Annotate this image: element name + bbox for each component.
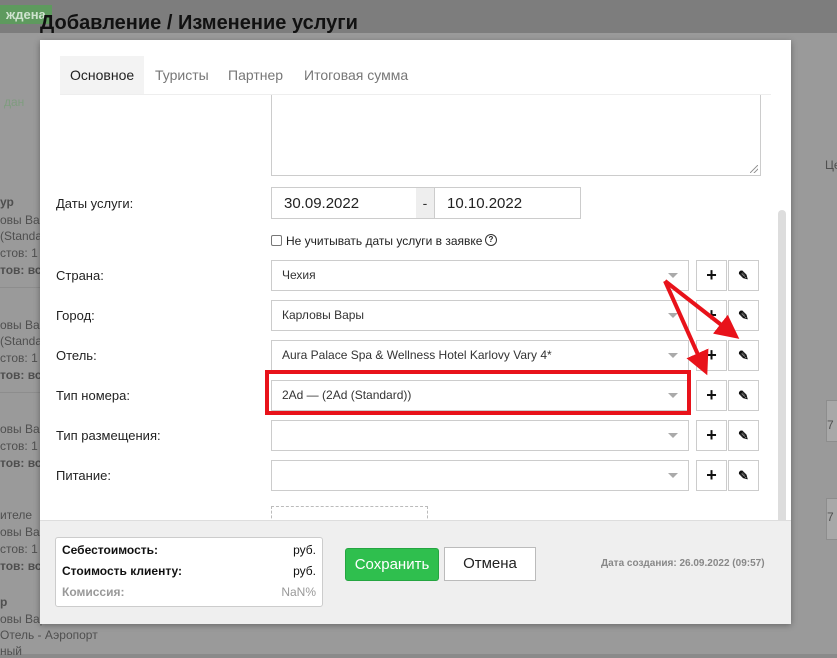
service-edit-dialog: Основное Туристы Партнер Итоговая сумма … xyxy=(40,40,791,624)
add-room-type-button[interactable]: + xyxy=(696,380,727,411)
cost-row: Себестоимость: руб. xyxy=(62,543,316,559)
tab-tourists[interactable]: Туристы xyxy=(145,56,219,94)
background-text: дан xyxy=(4,95,25,109)
hotel-label: Отель: xyxy=(56,348,97,363)
background-text: 7 xyxy=(827,418,834,432)
meal-select[interactable] xyxy=(271,460,689,491)
cancel-button[interactable]: Отмена xyxy=(444,547,536,581)
background-text: (Standa xyxy=(0,334,43,348)
background-text: 7 xyxy=(827,510,834,524)
accommodation-label: Тип размещения: xyxy=(56,428,161,443)
background-text: (Standa xyxy=(0,229,43,243)
city-select[interactable]: Карловы Вары xyxy=(271,300,689,331)
meal-label: Питание: xyxy=(56,468,111,483)
client-cost-label: Стоимость клиенту: xyxy=(62,564,183,578)
dialog-footer: Себестоимость: руб. Стоимость клиенту: р… xyxy=(40,520,791,624)
add-meal-button[interactable]: + xyxy=(696,460,727,491)
scrollbar[interactable] xyxy=(778,210,786,520)
edit-country-button[interactable]: ✎ xyxy=(728,260,759,291)
tab-total[interactable]: Итоговая сумма xyxy=(294,56,418,94)
date-to-input[interactable]: 10.10.2022 xyxy=(434,187,581,219)
background-text: р xyxy=(0,595,8,609)
cost-label: Себестоимость: xyxy=(62,543,159,557)
annotation-highlight-box xyxy=(265,370,691,415)
country-value: Чехия xyxy=(282,268,316,282)
edit-accommodation-button[interactable]: ✎ xyxy=(728,420,759,451)
background-text: ителе xyxy=(0,508,33,522)
tab-partner[interactable]: Партнер xyxy=(218,56,293,94)
background-text: ный xyxy=(0,644,22,658)
cost-value: руб. xyxy=(293,543,316,557)
edit-room-type-button[interactable]: ✎ xyxy=(728,380,759,411)
date-separator: - xyxy=(416,187,434,219)
commission-row: Комиссия: NaN% xyxy=(62,585,316,601)
notes-textarea[interactable] xyxy=(271,95,761,176)
country-select[interactable]: Чехия xyxy=(271,260,689,291)
ignore-dates-checkbox[interactable] xyxy=(271,235,282,246)
add-country-button[interactable]: + xyxy=(696,260,727,291)
help-icon[interactable]: ? xyxy=(485,234,497,246)
client-cost-value: руб. xyxy=(293,564,316,578)
chevron-down-icon xyxy=(668,353,678,358)
background-text: ур xyxy=(0,195,14,209)
background-text: стов: 1 / xyxy=(0,542,45,556)
commission-label: Комиссия: xyxy=(62,585,125,599)
city-label: Город: xyxy=(56,308,95,323)
background-text: Отель - Аэропорт xyxy=(0,628,98,642)
chevron-down-icon xyxy=(668,313,678,318)
chevron-down-icon xyxy=(668,433,678,438)
dates-label: Даты услуги: xyxy=(56,196,134,211)
commission-value: NaN% xyxy=(281,585,316,599)
add-hotel-button[interactable]: + xyxy=(696,340,727,371)
creation-date: Дата создания: 26.09.2022 (09:57) xyxy=(601,558,765,569)
edit-meal-button[interactable]: ✎ xyxy=(728,460,759,491)
edit-hotel-button[interactable]: ✎ xyxy=(728,340,759,371)
hotel-select[interactable]: Aura Palace Spa & Wellness Hotel Karlovy… xyxy=(271,340,689,371)
background-text: стов: 1 / xyxy=(0,246,45,260)
date-from-input[interactable]: 30.09.2022 xyxy=(271,187,417,219)
dialog-title: Добавление / Изменение услуги xyxy=(40,12,358,34)
background-text: стов: 1 / xyxy=(0,351,45,365)
background-text: стов: 1 / xyxy=(0,439,45,453)
upload-dropzone[interactable] xyxy=(271,506,428,520)
add-accommodation-button[interactable]: + xyxy=(696,420,727,451)
tab-main[interactable]: Основное xyxy=(60,56,145,94)
background-divider xyxy=(0,287,40,288)
ignore-dates-label[interactable]: Не учитывать даты услуги в заявке xyxy=(286,234,482,248)
chevron-down-icon xyxy=(668,273,678,278)
save-button[interactable]: Сохранить xyxy=(345,548,439,581)
form-area: Даты услуги: 30.09.2022 - 10.10.2022 Не … xyxy=(40,95,791,520)
accommodation-select[interactable] xyxy=(271,420,689,451)
client-cost-row: Стоимость клиенту: руб. xyxy=(62,564,316,580)
room-type-label: Тип номера: xyxy=(56,388,130,403)
hotel-value: Aura Palace Spa & Wellness Hotel Karlovy… xyxy=(282,348,552,362)
country-label: Страна: xyxy=(56,268,104,283)
resize-grip-icon[interactable] xyxy=(750,165,758,173)
add-city-button[interactable]: + xyxy=(696,300,727,331)
city-value: Карловы Вары xyxy=(282,308,365,322)
cost-summary: Себестоимость: руб. Стоимость клиенту: р… xyxy=(55,537,323,607)
background-text: Це xyxy=(825,158,837,172)
chevron-down-icon xyxy=(668,473,678,478)
edit-city-button[interactable]: ✎ xyxy=(728,300,759,331)
background-divider xyxy=(0,392,40,393)
